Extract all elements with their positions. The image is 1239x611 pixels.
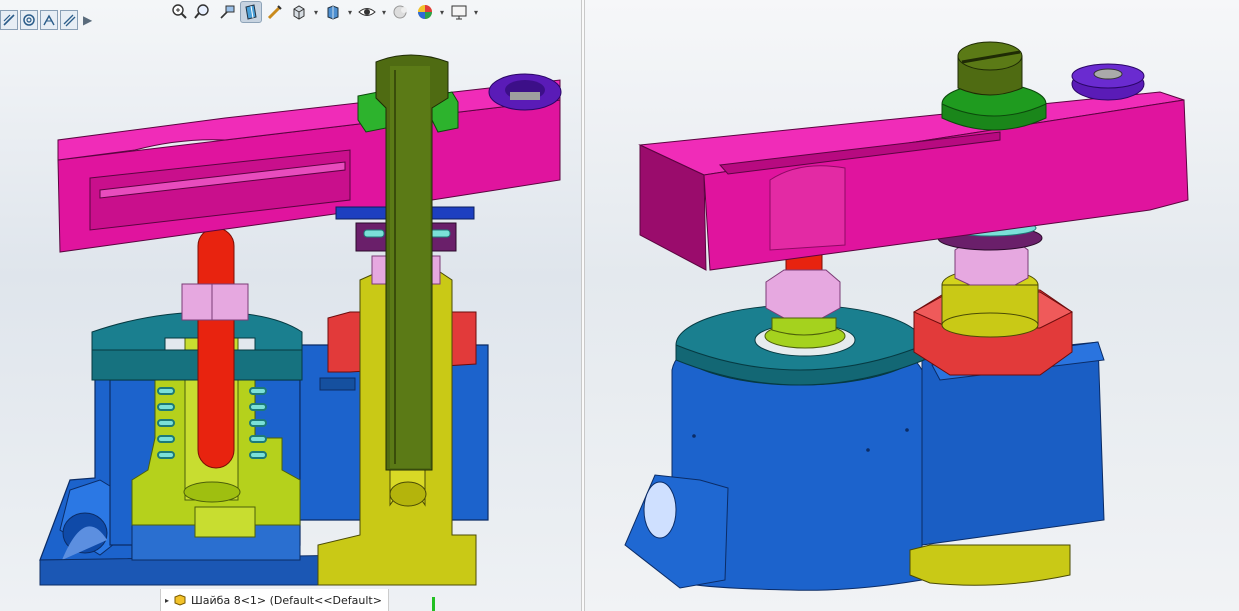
clamp-assembly-3d xyxy=(624,41,1189,591)
yellow-sleeve xyxy=(937,219,1043,338)
expand-caret-icon[interactable]: ▸ xyxy=(165,596,169,605)
graphics-area-full-view[interactable]: ▾ ▾ ▾ ▾ ▾ xyxy=(585,0,1239,611)
part-icon xyxy=(174,594,186,606)
purple-cap-nut-right xyxy=(1071,63,1145,101)
sectioned-clamp-assembly xyxy=(39,54,562,586)
feature-tree-item-washer[interactable]: ▸ Шайба 8<1> (Default<<Default> xyxy=(160,589,389,611)
purple-cap-nut xyxy=(488,73,562,111)
feature-tree-item-label: Шайба 8<1> (Default<<Default> xyxy=(191,593,382,607)
clamp-bar xyxy=(638,91,1189,271)
hex-nut-pink-left xyxy=(181,283,249,321)
clamp-bar-section xyxy=(57,79,561,253)
red-pin xyxy=(197,227,235,469)
graphics-area-section-view[interactable]: ▶ ▾ ▾ ▾ ▾ ▾ xyxy=(0,0,581,611)
rollback-marker[interactable] xyxy=(432,597,435,611)
olive-bolt-head xyxy=(957,41,1023,96)
yellow-foot-nut xyxy=(909,544,1071,586)
